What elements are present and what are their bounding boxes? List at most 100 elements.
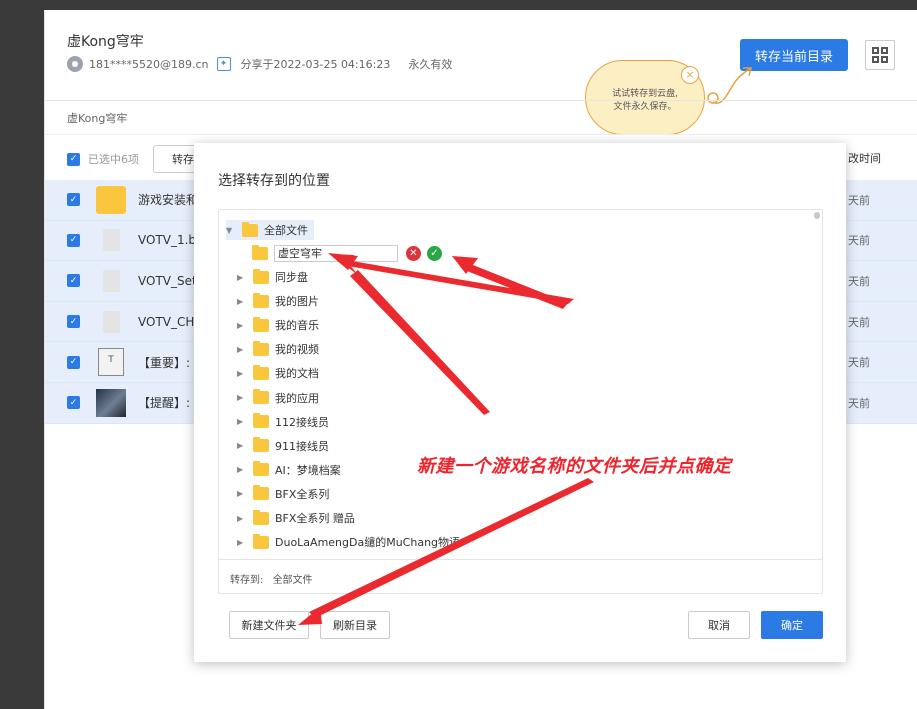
folder-icon (253, 316, 269, 332)
folder-icon (242, 221, 258, 237)
qrcode-icon (872, 47, 888, 63)
tree-node-label: 我的音乐 (275, 319, 319, 333)
row-checkbox[interactable]: ✓ (67, 193, 80, 207)
tree-node-folder[interactable]: ▶ 同步盘 (237, 268, 308, 286)
select-all-checkbox[interactable]: ✓ (67, 152, 80, 166)
caret-right-icon[interactable]: ▶ (237, 369, 245, 378)
share-time: 分享于2022-03-25 04:16:23 (240, 58, 391, 71)
file-name[interactable]: 游戏安装和 (138, 191, 198, 208)
caret-right-icon[interactable]: ▶ (237, 273, 245, 282)
new-folder-name-input[interactable] (274, 244, 398, 262)
refresh-dir-button[interactable]: 刷新目录 (320, 611, 390, 639)
header-divider (45, 100, 917, 101)
row-checkbox[interactable]: ✓ (67, 396, 80, 410)
confirm-new-folder-icon[interactable]: ✓ (427, 245, 442, 261)
caret-right-icon[interactable]: ▶ (237, 393, 245, 402)
tree-node-folder[interactable]: ▶ 我的视频 (237, 340, 319, 358)
tip-close-icon[interactable]: × (681, 66, 699, 84)
tree-body: ▼ 全部文件 ✕ ✓ ▶ 同步盘 ▶ 我的图片 ▶ 我的音乐 ▶ 我的视频 ▶ 我的文档 ▶ 我的应用… (219, 210, 814, 560)
folder-tree: ▼ 全部文件 ✕ ✓ ▶ 同步盘 ▶ 我的图片 ▶ 我的音乐 ▶ 我的视频 ▶ 我的文档 ▶ 我的应用… (218, 209, 823, 594)
caret-right-icon[interactable]: ▶ (237, 417, 245, 426)
file-icon (96, 308, 126, 336)
tip-arrow-icon (707, 67, 752, 104)
row-checkbox[interactable]: ✓ (67, 274, 80, 288)
tree-node-folder[interactable]: ▶ 我的应用 (237, 389, 319, 407)
row-checkbox[interactable]: ✓ (67, 233, 80, 247)
tree-node-label: 112接线员 (275, 415, 329, 429)
caret-right-icon[interactable]: ▶ (237, 297, 245, 306)
confirm-button[interactable]: 确定 (761, 611, 823, 639)
tree-node-label: 我的视频 (275, 343, 319, 357)
row-checkbox[interactable]: ✓ (67, 355, 80, 369)
caret-right-icon[interactable]: ▶ (237, 514, 245, 523)
folder-icon (253, 485, 269, 501)
avatar-icon (67, 56, 83, 72)
folder-icon (96, 185, 126, 214)
tree-node-folder[interactable]: ▶ BFX全系列 赠品 (237, 509, 355, 527)
qrcode-button[interactable] (865, 40, 895, 70)
caret-right-icon[interactable]: ▶ (237, 489, 245, 498)
tree-node-label: 我的图片 (275, 295, 319, 309)
row-checkbox[interactable]: ✓ (67, 315, 80, 329)
list-toolbar: ✓ 已选中6项 转存 (67, 145, 213, 173)
folder-icon (253, 364, 269, 380)
save-current-dir-button[interactable]: 转存当前目录 (740, 39, 848, 71)
share-meta: 181****5520@189.cn ✦ 分享于2022-03-25 04:16… (67, 56, 452, 72)
folder-icon (253, 413, 269, 429)
save-to-path: 转存到: 全部文件 (219, 559, 822, 593)
tree-node-new-folder: ✕ ✓ (252, 244, 442, 262)
folder-icon (253, 533, 269, 549)
caret-right-icon[interactable]: ▶ (237, 465, 245, 474)
dialog-title: 选择转存到的位置 (218, 173, 330, 189)
breadcrumb[interactable]: 虚Kong穹牢 (67, 110, 127, 126)
column-modified-time[interactable]: 改时间 (848, 150, 881, 166)
selected-count: 已选中6项 (88, 153, 139, 166)
annotation-text: 新建一个游戏名称的文件夹后并点确定 (417, 456, 732, 477)
caret-right-icon[interactable]: ▶ (237, 441, 245, 450)
caret-right-icon[interactable]: ▶ (237, 321, 245, 330)
tree-node-folder[interactable]: ▶ AI：梦境档案 (237, 461, 341, 479)
tree-node-label: BFX全系列 (275, 487, 330, 501)
file-name[interactable]: 【重要】: (138, 354, 190, 371)
tree-node-folder[interactable]: ▶ 我的文档 (237, 364, 319, 382)
folder-icon (253, 268, 269, 284)
tree-node-folder[interactable]: ▶ 911接线员 (237, 437, 329, 455)
caret-down-icon[interactable]: ▼ (226, 226, 234, 235)
tree-node-root[interactable]: ▼ 全部文件 (226, 220, 314, 240)
file-name[interactable]: VOTV_CHI (138, 315, 198, 329)
file-time: 天前 (848, 315, 870, 329)
tree-scrollbar[interactable] (814, 212, 820, 219)
cancel-button[interactable]: 取消 (688, 611, 750, 639)
crumb-divider (45, 134, 917, 135)
tree-node-label: 同步盘 (275, 271, 308, 284)
file-name[interactable]: 【提醒】: (138, 394, 190, 411)
folder-icon (252, 244, 268, 260)
file-time: 天前 (848, 193, 870, 207)
tree-node-label: 911接线员 (275, 439, 329, 453)
file-name[interactable]: VOTV_1.bi (138, 233, 199, 247)
tree-node-label: 全部文件 (264, 224, 308, 237)
caret-right-icon[interactable]: ▶ (237, 538, 245, 547)
folder-icon (253, 389, 269, 404)
tree-node-folder[interactable]: ▶ 我的音乐 (237, 316, 319, 334)
tree-node-label: 我的文档 (275, 367, 319, 381)
save-to-label: 转存到: (230, 575, 264, 586)
tip-line-2: 文件永久保存。 (613, 102, 677, 112)
folder-icon (253, 340, 269, 356)
tree-node-folder[interactable]: ▶ 我的图片 (237, 292, 319, 310)
tree-node-folder[interactable]: ▶ DuoLaAmengDa缱的MuChang物语 (237, 533, 460, 551)
file-time: 天前 (848, 274, 870, 288)
file-icon (96, 226, 126, 254)
folder-icon (253, 292, 269, 308)
cancel-new-folder-icon[interactable]: ✕ (406, 245, 421, 261)
tree-node-folder[interactable]: ▶ BFX全系列 (237, 485, 329, 503)
tree-node-label: AI：梦境档案 (275, 463, 341, 477)
tree-node-folder[interactable]: ▶ 112接线员 (237, 413, 329, 431)
caret-right-icon[interactable]: ▶ (237, 345, 245, 354)
save-to-value: 全部文件 (272, 575, 313, 586)
file-time: 天前 (848, 356, 870, 370)
tree-node-label: 我的应用 (275, 391, 319, 405)
new-folder-button[interactable]: 新建文件夹 (229, 611, 309, 639)
file-time: 天前 (848, 396, 870, 410)
file-icon (96, 267, 126, 295)
